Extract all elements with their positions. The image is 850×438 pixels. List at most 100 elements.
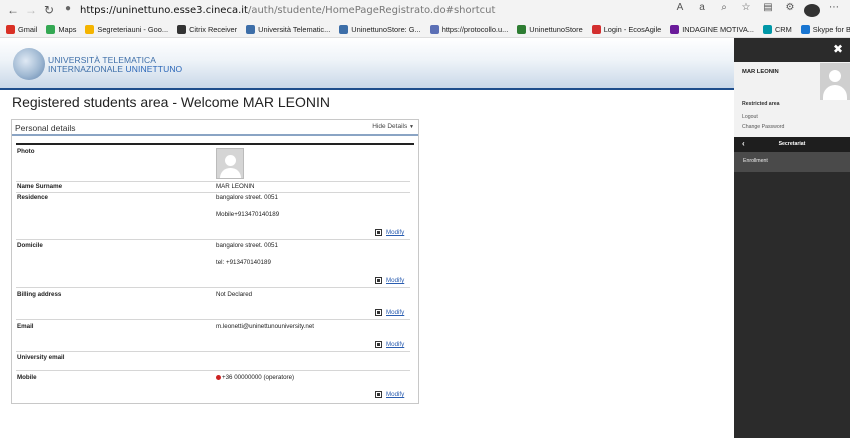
profile-avatar[interactable] [804,2,820,20]
enrollment-menu-item[interactable]: Enrollment [743,158,768,164]
profile-avatar-image [804,4,820,17]
bookmark-item[interactable]: Segreteriauni - Goo... [85,24,169,34]
url-path: /auth/studente/HomePageRegistrato.do#sho… [247,5,496,16]
lock-icon[interactable]: ● [65,3,71,14]
bookmark-item[interactable]: Citrix Receiver [177,24,238,34]
back-arrow-icon[interactable]: ← [4,1,22,19]
hide-details-label: Hide Details [372,123,408,130]
browser-toolbar-icons: A a ⌕ ☆ ▤ ⚙ ⋯ [672,2,842,20]
residence-label: Residence [17,194,48,201]
gmail-icon [6,24,15,34]
bookmark-item[interactable]: Università Telematic... [246,24,330,34]
address-bar[interactable]: https://uninettuno.esse3.cineca.it/auth/… [80,2,720,19]
bookmark-item[interactable]: Skype for Business [800,24,850,34]
photo-head-shape [225,155,236,166]
edit-icon[interactable] [375,229,382,236]
edit-icon[interactable] [375,391,382,398]
bookmark-item[interactable]: UninettunoStore [517,24,583,34]
row-separator [16,370,410,371]
student-photo-placeholder [216,148,244,179]
domicile-address-value: bangalore street. 0051 [216,242,278,249]
row-separator [16,181,410,182]
more-options-icon[interactable]: ⋯ [826,2,842,20]
change-password-link[interactable]: Change Password [742,124,784,130]
university-logo-globe-icon[interactable] [13,48,45,80]
email-modify-link[interactable]: Modify [386,341,404,348]
side-avatar [820,63,850,100]
name-surname-label: Name Surname [17,183,63,190]
globe-icon [339,24,349,34]
domicile-tel-value: tel: +913470140189 [216,259,271,266]
name-surname-value: MAR LEONIN [216,183,255,190]
avatar-body-shape [823,85,847,100]
store-icon [517,24,527,34]
read-aloud-icon[interactable]: A [672,2,688,20]
logout-link[interactable]: Logout [742,114,758,120]
protocol-icon [429,24,439,34]
hide-details-toggle[interactable]: Hide Details ▼ [372,123,414,130]
bookmark-item[interactable]: Login - EcosAgile [591,24,661,34]
bookmark-label: Segreteriauni - Goo... [97,24,169,34]
header-divider [0,88,734,90]
row-separator [16,319,410,320]
close-icon[interactable]: ✖ [832,42,844,56]
edit-icon[interactable] [375,309,382,316]
collections-icon[interactable]: ▤ [760,2,776,20]
secretariat-title: Secretariat [778,141,806,147]
email-label: Email [17,323,34,330]
bookmark-label: Skype for Business [812,24,850,34]
url-host: https://uninettuno.esse3.cineca.it [80,5,248,16]
favorite-star-icon[interactable]: ☆ [738,2,754,20]
bookmark-item[interactable]: https://protocollo.u... [429,24,509,34]
page-title: Registered students area - Welcome MAR L… [12,94,330,110]
side-menu-panel: ✖ MAR LEONIN Restricted area Logout Chan… [734,38,850,438]
secretariat-menu: Enrollment [734,152,850,172]
university-logo[interactable]: UNIVERSITÀ TELEMATICA INTERNAZIONALE UNI… [48,56,182,74]
drive-icon [85,24,95,34]
crm-icon [762,24,772,34]
logo-line-2a: INTERNAZIONALE [48,64,126,74]
domicile-modify-link[interactable]: Modify [386,277,404,284]
reload-icon[interactable]: ↻ [40,1,58,19]
globe-icon [246,24,256,34]
mobile-modify-link[interactable]: Modify [386,391,404,398]
bookmark-label: Citrix Receiver [189,24,238,34]
row-separator [16,239,410,240]
bookmark-label: https://protocollo.u... [441,24,509,34]
bookmark-label: Gmail [18,24,38,34]
bookmark-item[interactable]: UninettunoStore: G... [339,24,421,34]
avatar-head-shape [829,70,841,82]
triangle-down-icon: ▼ [409,124,414,130]
bookmark-label: CRM [774,24,792,34]
billing-modify-link[interactable]: Modify [386,309,404,316]
mobile-value-row: +36 00000000 (operatore) [216,374,294,381]
row-separator [16,192,410,193]
forms-icon [670,24,680,34]
bookmark-item[interactable]: Gmail [6,24,38,34]
bookmarks-bar: Gmail Maps Segreteriauni - Goo... Citrix Re… [0,21,850,37]
panel-header: Personal details Hide Details ▼ [12,120,418,136]
restricted-area-heading: Restricted area [742,101,780,107]
panel-title: Personal details [15,123,76,133]
login-icon [591,24,601,34]
side-user-name: MAR LEONIN [742,69,779,75]
row-separator [16,287,410,288]
extensions-icon[interactable]: ⚙ [782,2,798,20]
billing-address-value: Not Declared [216,291,253,298]
zoom-icon[interactable]: ⌕ [716,2,732,20]
citrix-icon [177,24,187,34]
domicile-label: Domicile [17,242,43,249]
secretariat-menu-header[interactable]: ‹ Secretariat [734,137,850,152]
photo-body-shape [220,168,241,178]
translate-icon[interactable]: a [694,2,710,20]
bookmark-item[interactable]: INDAGINE MOTIVA... [670,24,754,34]
edit-icon[interactable] [375,341,382,348]
residence-modify-link[interactable]: Modify [386,229,404,236]
forward-arrow-icon[interactable]: → [22,1,40,19]
university-email-label: University email [17,354,65,361]
residence-mobile-value: Mobile+913470140189 [216,211,280,218]
bookmark-item[interactable]: Maps [46,24,76,34]
logo-line-2: INTERNAZIONALE UNINETTUNO [48,65,182,74]
bookmark-item[interactable]: CRM [762,24,792,34]
edit-icon[interactable] [375,277,382,284]
